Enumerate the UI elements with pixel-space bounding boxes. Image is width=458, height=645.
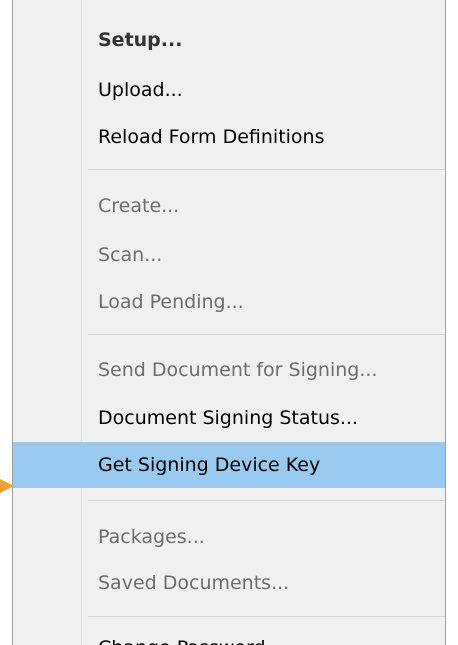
menu-item-get-signing-device-key[interactable]: Get Signing Device Key [13, 442, 445, 488]
context-menu: Setup... Upload... Reload Form Definitio… [12, 0, 446, 645]
menu-item-change-password[interactable]: Change Password... [13, 625, 445, 645]
menu-item-send-document-for-signing[interactable]: Send Document for Signing... [13, 347, 445, 393]
menu-separator [88, 169, 445, 170]
screenshot-stage: Setup... Upload... Reload Form Definitio… [0, 0, 458, 645]
menu-item-setup[interactable]: Setup... [13, 17, 445, 63]
menu-item-load-pending[interactable]: Load Pending... [13, 279, 445, 325]
menu-separator [88, 500, 445, 501]
menu-item-upload[interactable]: Upload... [13, 67, 445, 113]
menu-item-scan[interactable]: Scan... [13, 232, 445, 278]
menu-item-reload-form-definitions[interactable]: Reload Form Definitions [13, 114, 445, 160]
menu-separator [88, 616, 445, 617]
menu-item-document-signing-status[interactable]: Document Signing Status... [13, 395, 445, 441]
menu-item-packages[interactable]: Packages... [13, 514, 445, 560]
menu-item-create[interactable]: Create... [13, 183, 445, 229]
menu-item-saved-documents[interactable]: Saved Documents... [13, 560, 445, 606]
menu-separator [88, 334, 445, 335]
